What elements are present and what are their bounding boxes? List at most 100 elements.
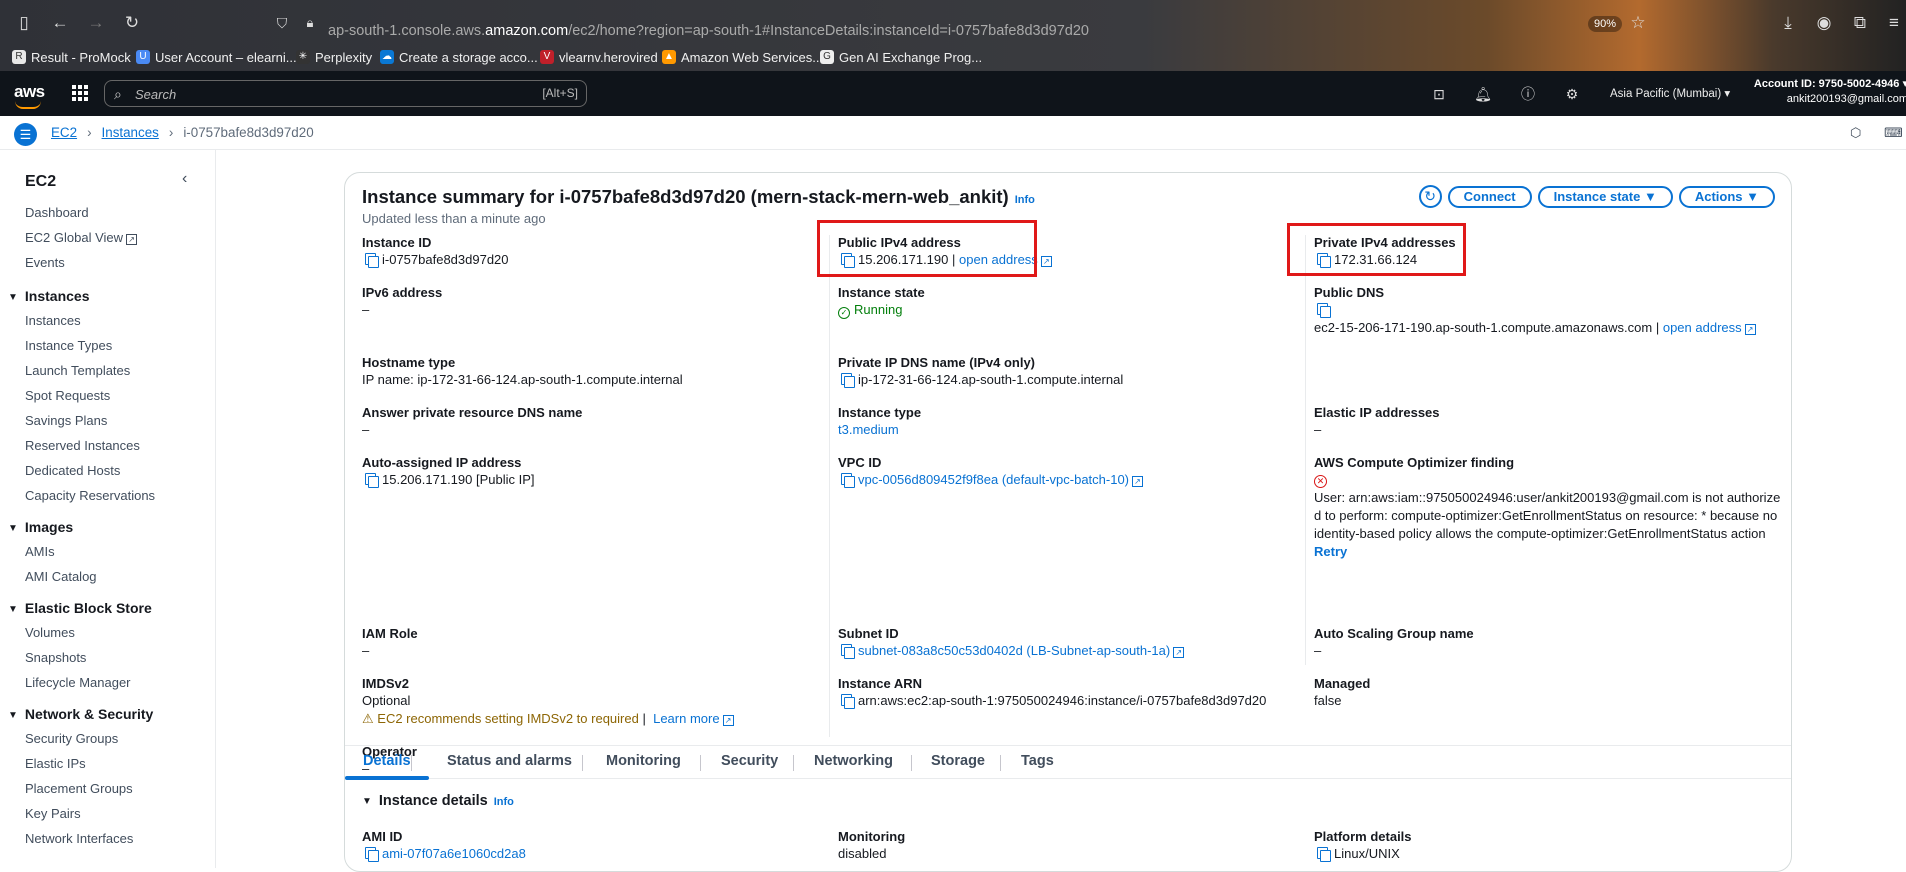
field-label: Instance type	[838, 405, 922, 420]
aws-logo[interactable]: aws	[14, 82, 45, 109]
learn-more-link[interactable]: Learn more	[653, 711, 719, 726]
sidebar-item-elastic-ips[interactable]: Elastic IPs	[0, 753, 215, 778]
gear-icon[interactable]: ⚙	[1563, 85, 1581, 103]
bookmark-elearning[interactable]: U User Account – elearni...	[136, 48, 297, 66]
copy-icon[interactable]	[841, 373, 855, 388]
sidebar-item-dashboard[interactable]: Dashboard	[0, 202, 215, 227]
copy-icon[interactable]	[841, 473, 855, 488]
bookmark-promock[interactable]: R Result - ProMock	[12, 48, 131, 66]
external-link-icon: ↗	[1173, 647, 1185, 658]
field-label: Subnet ID	[838, 626, 899, 641]
tab-status-alarms[interactable]: Status and alarms	[447, 753, 572, 769]
address-bar[interactable]: ap-south-1.console.aws.amazon.com/ec2/ho…	[328, 23, 1089, 39]
tab-details[interactable]: Details	[363, 753, 411, 769]
copy-icon[interactable]	[365, 847, 379, 862]
bookmark-aws[interactable]: ▲ Amazon Web Services...	[662, 48, 823, 66]
chevron-right-icon: ›	[168, 125, 174, 140]
info-link[interactable]: Info	[1015, 194, 1035, 206]
tab-storage[interactable]: Storage	[931, 753, 985, 769]
sidebar-item-instance-types[interactable]: Instance Types	[0, 335, 215, 360]
sidebar-section-images[interactable]: Images	[0, 516, 215, 541]
settings-cog-icon[interactable]: ⬡	[1850, 125, 1866, 141]
bookmark-vlearnv[interactable]: Vvlearnv.herovired	[540, 48, 658, 66]
sidebar-item-key-pairs[interactable]: Key Pairs	[0, 803, 215, 828]
extensions-icon[interactable]: ⧉	[1850, 13, 1870, 33]
sidebar-item-placement-groups[interactable]: Placement Groups	[0, 778, 215, 803]
retry-link[interactable]: Retry	[1314, 544, 1347, 559]
shield-icon[interactable]: ⛉	[272, 13, 292, 33]
sidebar-item-spot-requests[interactable]: Spot Requests	[0, 385, 215, 410]
copy-icon[interactable]	[365, 253, 379, 268]
subnet-link[interactable]: subnet-083a8c50c53d0402d (LB-Subnet-ap-s…	[858, 643, 1170, 658]
sidebar-item-amis[interactable]: AMIs	[0, 541, 215, 566]
sidebar-item-global-view[interactable]: EC2 Global View ↗	[0, 227, 215, 252]
refresh-button[interactable]: ↻	[1418, 185, 1442, 208]
sidebar-section-instances[interactable]: Instances	[0, 285, 215, 310]
sidebar-item-events[interactable]: Events	[0, 252, 215, 277]
sidebar-section-ebs[interactable]: Elastic Block Store	[0, 597, 215, 622]
nav-menu-icon[interactable]: ☰	[14, 123, 37, 146]
open-address-link[interactable]: open address	[1663, 320, 1742, 335]
lock-icon[interactable]: 🔒︎	[300, 13, 320, 33]
field-label: Instance ID	[362, 235, 432, 250]
copy-icon[interactable]	[1317, 847, 1331, 862]
sidebar-item-reserved-instances[interactable]: Reserved Instances	[0, 435, 215, 460]
sidebar-item-instances[interactable]: Instances	[0, 310, 215, 335]
star-icon[interactable]: ☆	[1628, 13, 1648, 33]
menu-icon[interactable]: ≡	[1884, 13, 1904, 33]
services-grid-icon[interactable]	[72, 85, 88, 101]
tab-networking[interactable]: Networking	[814, 753, 893, 769]
copy-icon[interactable]	[841, 694, 855, 709]
sidebar-item-capacity-reservations[interactable]: Capacity Reservations	[0, 485, 215, 510]
reload-icon[interactable]: ↻	[122, 13, 142, 33]
copy-icon[interactable]	[365, 473, 379, 488]
search-box[interactable]: ⌕ [Alt+S]	[104, 80, 587, 107]
optimizer-message-line: d to perform: compute-optimizer:GetEnrol…	[1314, 508, 1778, 523]
close-sidebar-icon[interactable]: ‹	[182, 170, 187, 188]
feedback-icon[interactable]: ⌨	[1884, 125, 1903, 141]
sidebar-section-network-security[interactable]: Network & Security	[0, 703, 215, 728]
sidebar-toggle-icon[interactable]: ▯	[14, 13, 34, 33]
vpc-link[interactable]: vpc-0056d809452f9f8ea (default-vpc-batch…	[858, 472, 1129, 487]
sidebar-item-security-groups[interactable]: Security Groups	[0, 728, 215, 753]
back-icon[interactable]: ←	[50, 13, 70, 33]
account-menu[interactable]: Account ID: 9750-5002-4946 ▾ ankit200193…	[1748, 77, 1906, 107]
bookmark-storage[interactable]: ☁ Create a storage acco...	[380, 48, 538, 66]
sidebar-item-volumes[interactable]: Volumes	[0, 622, 215, 647]
bookmark-genai[interactable]: G Gen AI Exchange Prog...	[820, 48, 982, 66]
search-input[interactable]	[135, 85, 515, 103]
sidebar-item-launch-templates[interactable]: Launch Templates	[0, 360, 215, 385]
optimizer-message-line: User: arn:aws:iam::975050024946:user/ank…	[1314, 490, 1781, 505]
bookmark-perplexity[interactable]: ✳ Perplexity	[296, 48, 372, 66]
zoom-indicator[interactable]: 90%	[1588, 16, 1623, 32]
cloudshell-icon[interactable]: ⊡	[1430, 85, 1448, 103]
sidebar-item-network-interfaces[interactable]: Network Interfaces	[0, 828, 215, 853]
tab-monitoring[interactable]: Monitoring	[606, 753, 681, 769]
breadcrumb-ec2[interactable]: EC2	[51, 125, 77, 140]
account-icon[interactable]: ◉	[1814, 13, 1834, 33]
bell-icon[interactable]: 🔔︎	[1474, 85, 1492, 103]
instance-details-header[interactable]: Instance detailsInfo	[362, 793, 514, 809]
sidebar-item-dedicated-hosts[interactable]: Dedicated Hosts	[0, 460, 215, 485]
copy-icon[interactable]	[1317, 303, 1331, 318]
tab-security[interactable]: Security	[721, 753, 778, 769]
ami-link[interactable]: ami-07f07a6e1060cd2a8	[382, 846, 526, 861]
region-selector[interactable]: Asia Pacific (Mumbai) ▾	[1610, 86, 1730, 100]
sidebar-item-snapshots[interactable]: Snapshots	[0, 647, 215, 672]
help-icon[interactable]: ⓘ	[1519, 85, 1537, 103]
info-link[interactable]: Info	[494, 796, 514, 808]
download-icon[interactable]: ⤓	[1778, 13, 1798, 33]
platform-value: Linux/UNIX	[1334, 846, 1400, 861]
sidebar-item-lifecycle-manager[interactable]: Lifecycle Manager	[0, 672, 215, 697]
instance-state-button[interactable]: Instance state ▼	[1537, 185, 1673, 208]
caret-down-icon: ▼	[1643, 188, 1657, 204]
sidebar-item-ami-catalog[interactable]: AMI Catalog	[0, 566, 215, 591]
breadcrumb-instances[interactable]: Instances	[102, 125, 159, 140]
forward-icon[interactable]: →	[86, 13, 106, 33]
tab-tags[interactable]: Tags	[1021, 753, 1054, 769]
connect-button[interactable]: Connect	[1447, 185, 1532, 208]
sidebar-item-savings-plans[interactable]: Savings Plans	[0, 410, 215, 435]
actions-button[interactable]: Actions ▼	[1678, 185, 1775, 208]
instance-type-link[interactable]: t3.medium	[838, 422, 899, 437]
copy-icon[interactable]	[841, 644, 855, 659]
